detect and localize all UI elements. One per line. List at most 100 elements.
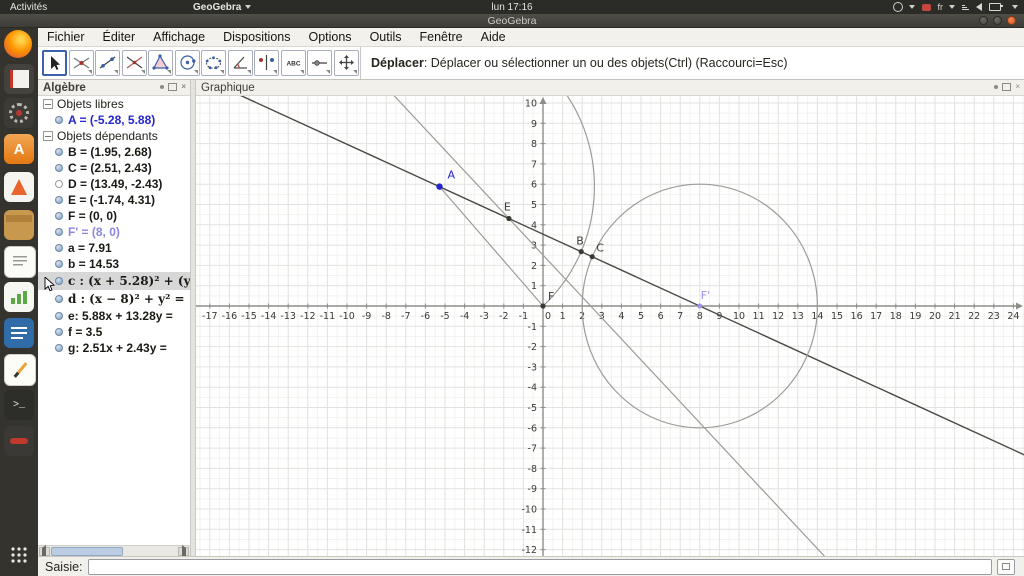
battery-icon[interactable] [989, 3, 1001, 11]
line-e[interactable] [196, 96, 1024, 459]
algebra-item[interactable]: g: 2.51x + 2.43y = [38, 340, 190, 356]
object-visible-icon[interactable] [55, 244, 63, 252]
algebra-item[interactable]: c : (x + 5.28)² + (y [38, 272, 190, 290]
menu-aide[interactable]: Aide [472, 28, 515, 46]
tree-collapse-icon[interactable] [43, 131, 53, 141]
dock-firefox[interactable] [4, 30, 32, 58]
panel-options-icon[interactable] [994, 85, 998, 89]
scrollbar-thumb[interactable] [51, 547, 123, 556]
minimize-button[interactable] [979, 16, 988, 25]
point-A[interactable] [436, 183, 442, 189]
dock-package[interactable] [4, 210, 34, 240]
object-visible-icon[interactable] [55, 277, 63, 285]
tool-text-button[interactable]: ABC [281, 50, 306, 76]
algebra-view[interactable]: Objets libresA = (-5.28, 5.88)Objets dép… [38, 96, 190, 545]
algebra-category-0[interactable]: Objets libres [38, 96, 190, 112]
object-visible-icon[interactable] [55, 312, 63, 320]
algebra-item[interactable]: a = 7.91 [38, 240, 190, 256]
object-visible-icon[interactable] [55, 328, 63, 336]
panel-undock-icon[interactable] [168, 83, 177, 91]
object-visible-icon[interactable] [55, 295, 63, 303]
tool-move-button[interactable] [42, 50, 67, 76]
input-help-button[interactable] [997, 559, 1015, 575]
tool-point-button[interactable] [69, 50, 94, 76]
tool-angle-button[interactable] [228, 50, 253, 76]
menu-editer[interactable]: Éditer [94, 28, 145, 46]
point-E[interactable] [506, 216, 511, 221]
clock-label[interactable]: lun 17:16 [491, 2, 532, 13]
dock-document[interactable] [4, 246, 36, 278]
dock-show-apps[interactable] [4, 540, 34, 570]
tool-slider-button[interactable] [307, 50, 332, 76]
menu-options[interactable]: Options [299, 28, 360, 46]
screen-record-icon[interactable] [922, 4, 931, 11]
graphics-canvas[interactable]: -17-16-15-14-13-12-11-10-9-8-7-6-5-4-3-2… [196, 96, 1024, 556]
point-C[interactable] [590, 254, 595, 259]
algebra-input-field[interactable] [88, 559, 992, 575]
dock-writer[interactable] [4, 318, 34, 348]
dock-terminal[interactable]: >_ [4, 390, 34, 420]
window-title-bar[interactable]: GeoGebra [0, 14, 1024, 28]
keyboard-layout-indicator[interactable]: fr [938, 2, 956, 12]
algebra-item[interactable]: F' = (8, 0) [38, 224, 190, 240]
algebra-item[interactable]: B = (1.95, 2.68) [38, 144, 190, 160]
network-icon[interactable] [962, 4, 969, 11]
tool-line-button[interactable] [95, 50, 120, 76]
scroll-right-button[interactable] [178, 547, 189, 556]
point-F'[interactable] [697, 304, 702, 309]
panel-options-icon[interactable] [160, 85, 164, 89]
algebra-item[interactable]: C = (2.51, 2.43) [38, 160, 190, 176]
tree-collapse-icon[interactable] [43, 99, 53, 109]
menu-fichier[interactable]: Fichier [38, 28, 94, 46]
close-button[interactable] [1007, 16, 1016, 25]
dock-notes[interactable] [4, 354, 36, 386]
panel-close-icon[interactable]: × [1015, 84, 1020, 90]
object-visible-icon[interactable] [55, 116, 63, 124]
menu-fenetre[interactable]: Fenêtre [411, 28, 472, 46]
algebra-item[interactable]: e: 5.88x + 13.28y = [38, 308, 190, 324]
object-visible-icon[interactable] [55, 212, 63, 220]
dock-vlc[interactable] [4, 172, 34, 202]
tool-move-view-button[interactable] [334, 50, 359, 76]
algebra-item[interactable]: A = (-5.28, 5.88) [38, 112, 190, 128]
algebra-category-1[interactable]: Objets dépendants [38, 128, 190, 144]
dock-files[interactable] [4, 64, 34, 94]
algebra-item[interactable]: F = (0, 0) [38, 208, 190, 224]
tool-polygon-button[interactable] [148, 50, 173, 76]
object-visible-icon[interactable] [55, 148, 63, 156]
dock-system-tool[interactable] [4, 426, 34, 456]
scroll-left-button[interactable] [39, 547, 50, 556]
algebra-item[interactable]: d : (x − 8)² + y² = [38, 290, 190, 308]
app-menu-button[interactable]: GeoGebra [193, 2, 251, 13]
algebra-item[interactable]: f = 3.5 [38, 324, 190, 340]
algebra-item[interactable]: E = (-1.74, 4.31) [38, 192, 190, 208]
tool-circle-button[interactable] [175, 50, 200, 76]
tool-conic-button[interactable] [201, 50, 226, 76]
point-F[interactable] [540, 303, 545, 308]
activities-button[interactable]: Activités [10, 2, 47, 13]
dock-amazon[interactable]: A [4, 134, 34, 164]
algebra-item[interactable]: b = 14.53 [38, 256, 190, 272]
point-B[interactable] [579, 249, 584, 254]
panel-close-icon[interactable]: × [181, 84, 186, 90]
object-visible-icon[interactable] [55, 164, 63, 172]
object-visible-icon[interactable] [55, 196, 63, 204]
dock-settings[interactable] [4, 98, 34, 128]
algebra-scrollbar[interactable] [38, 545, 190, 556]
chevron-down-icon[interactable] [1008, 5, 1018, 9]
menu-dispositions[interactable]: Dispositions [214, 28, 299, 46]
dock-calc[interactable] [4, 282, 34, 312]
maximize-button[interactable] [993, 16, 1002, 25]
menu-outils[interactable]: Outils [361, 28, 411, 46]
object-visible-icon[interactable] [55, 228, 63, 236]
tool-transform-button[interactable] [254, 50, 279, 76]
status-icon[interactable] [893, 2, 915, 12]
object-visible-icon[interactable] [55, 260, 63, 268]
menu-affichage[interactable]: Affichage [144, 28, 214, 46]
object-visible-icon[interactable] [55, 344, 63, 352]
panel-undock-icon[interactable] [1002, 83, 1011, 91]
algebra-item[interactable]: D = (13.49, -2.43) [38, 176, 190, 192]
volume-icon[interactable] [976, 3, 982, 11]
object-hidden-icon[interactable] [55, 180, 63, 188]
tool-special-line-button[interactable] [122, 50, 147, 76]
